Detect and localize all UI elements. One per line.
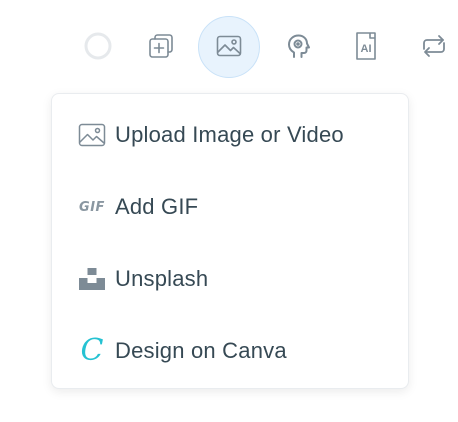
menu-item-canva[interactable]: C Design on Canva	[52, 315, 408, 387]
gif-icon-text: GIF	[79, 199, 105, 215]
media-dropdown-menu: Upload Image or Video GIF Add GIF Unspla…	[51, 93, 409, 389]
menu-item-gif[interactable]: GIF Add GIF	[52, 171, 408, 243]
canva-icon-text: C	[80, 333, 104, 368]
circle-progress-icon[interactable]	[80, 28, 116, 64]
ai-assistant-icon[interactable]	[280, 28, 316, 64]
image-icon[interactable]	[211, 28, 247, 64]
image-icon	[78, 121, 106, 149]
menu-item-label: Upload Image or Video	[115, 122, 344, 147]
menu-item-label: Add GIF	[115, 194, 199, 219]
media-picker: AI Upload Image or Video GIF Add GIF Uns…	[0, 0, 458, 422]
canva-icon: C	[78, 333, 106, 368]
unsplash-icon	[78, 265, 106, 293]
menu-item-label: Design on Canva	[115, 338, 287, 363]
menu-item-label: Unsplash	[115, 266, 209, 291]
menu-item-upload[interactable]: Upload Image or Video	[52, 99, 408, 171]
repost-icon[interactable]	[416, 28, 452, 64]
menu-item-unsplash[interactable]: Unsplash	[52, 243, 408, 315]
ai-text-icon[interactable]: AI	[348, 28, 384, 64]
ai-text-label: AI	[361, 43, 372, 55]
gif-icon: GIF	[78, 193, 106, 221]
add-post-icon[interactable]	[143, 28, 179, 64]
